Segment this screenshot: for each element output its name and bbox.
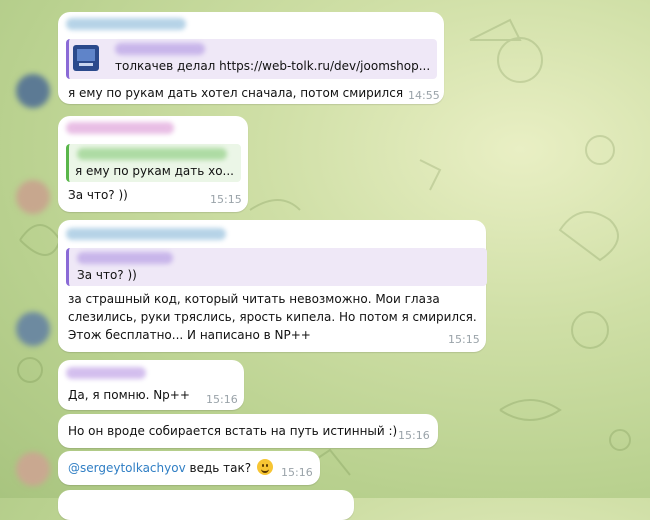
link-thumbnail: [73, 45, 99, 71]
message-time: 14:55: [408, 89, 440, 102]
message-time: 15:15: [210, 193, 242, 206]
message-text: @sergeytolkachyov ведь так?: [68, 459, 273, 477]
message-text-line: за страшный код, который читать невозмож…: [68, 292, 440, 306]
mention-link[interactable]: @sergeytolkachyov: [68, 461, 186, 475]
message-time: 15:16: [206, 393, 238, 406]
message-text: За что? )): [68, 188, 128, 202]
message-bubble[interactable]: Но он вроде собирается встать на путь ис…: [58, 414, 438, 448]
reply-quote[interactable]: я ему по рукам дать хо...: [66, 144, 241, 182]
message-bubble[interactable]: За что? )) за страшный код, который чита…: [58, 220, 487, 352]
sender-name-blurred: [66, 228, 226, 240]
avatar[interactable]: [16, 180, 50, 214]
reply-quote[interactable]: За что? )): [66, 248, 487, 286]
message-text: Но он вроде собирается встать на путь ис…: [68, 424, 398, 438]
message-bubble[interactable]: Да, я помню. Np++ 15:16: [58, 360, 244, 410]
message-text: Да, я помню. Np++: [68, 388, 190, 402]
message-bubble[interactable]: @sergeytolkachyov ведь так? 15:16: [58, 451, 320, 485]
reply-author-blurred: [115, 43, 205, 55]
message-text-line: Этож бесплатно... И написано в NP++: [68, 328, 311, 342]
message-text-fragment: ведь так?: [185, 461, 255, 475]
message-bubble[interactable]: толкачев делал https://web-tolk.ru/dev/j…: [58, 12, 444, 104]
message-time: 15:15: [448, 333, 480, 346]
message-bubble[interactable]: я ему по рукам дать хо... За что? )) 15:…: [58, 116, 248, 212]
avatar[interactable]: [16, 312, 50, 346]
reply-text: толкачев делал https://web-tolk.ru/dev/j…: [115, 59, 431, 73]
sender-name-blurred: [66, 367, 146, 379]
reply-author-blurred: [77, 252, 173, 264]
message-bubble-partial[interactable]: [58, 490, 354, 520]
message-text-line: слезились, руки тряслись, ярость кипела.…: [68, 310, 477, 324]
reply-quote[interactable]: толкачев делал https://web-tolk.ru/dev/j…: [66, 39, 437, 79]
avatar[interactable]: [16, 452, 50, 486]
message-time: 15:16: [398, 429, 430, 442]
reply-text: я ему по рукам дать хо...: [75, 164, 234, 178]
sender-name-blurred: [66, 122, 174, 134]
smiling-face-icon: [256, 459, 273, 475]
reply-author-blurred: [77, 148, 227, 160]
reply-text: За что? )): [77, 268, 137, 282]
message-time: 15:16: [281, 466, 313, 479]
sender-name-blurred: [66, 18, 186, 30]
avatar[interactable]: [16, 74, 50, 108]
message-text: я ему по рукам дать хотел сначала, потом…: [68, 86, 404, 100]
